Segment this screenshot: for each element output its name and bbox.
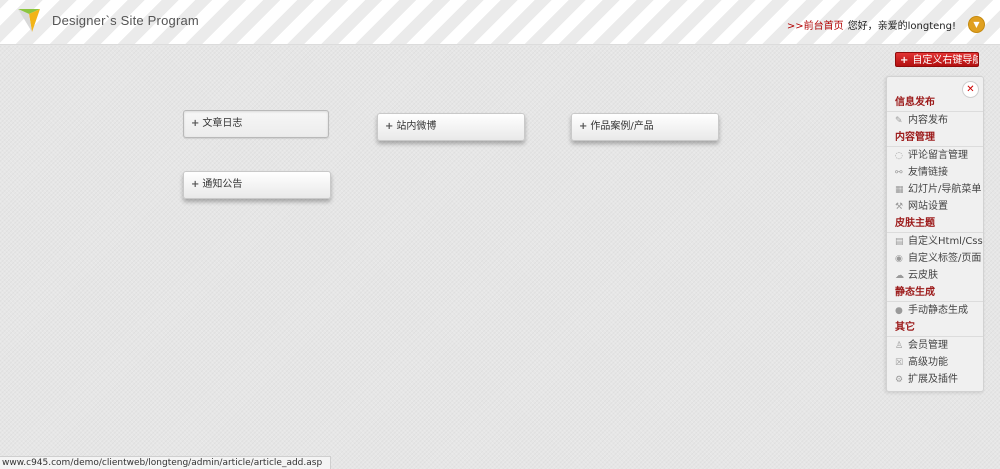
tile-label: 作品案例/产品: [590, 121, 654, 132]
header-right: >>前台首页 您好，亲爱的longteng!: [787, 17, 956, 32]
tag-icon: ◉: [895, 254, 903, 264]
logo-icon: [18, 9, 40, 32]
member-icon: ♙: [895, 341, 904, 351]
code-icon: ▤: [895, 237, 904, 247]
plus-icon: +: [191, 179, 200, 190]
menu-item-label: 云皮肤: [908, 270, 938, 281]
section-other: 其它: [887, 319, 983, 337]
cloud-icon: ☁: [895, 271, 904, 281]
shortcut-menu: 信息发布 ✎ 内容发布 内容管理 ◌ 评论留言管理 ⚯ 友情链接 ▦ 幻灯片/导航菜单 …: [887, 94, 983, 388]
tile-articles[interactable]: + 文章日志: [183, 110, 329, 138]
star-icon: ☒: [895, 358, 904, 368]
menu-item-label: 会员管理: [908, 340, 948, 351]
menu-item-label: 自定义标签/页面: [908, 253, 982, 264]
tile-works[interactable]: + 作品案例/产品: [571, 113, 719, 141]
menu-item-static-gen[interactable]: ● 手动静态生成: [887, 302, 983, 319]
tile-label: 文章日志: [202, 118, 243, 129]
menu-item-cloud-skin[interactable]: ☁ 云皮肤: [887, 267, 983, 284]
menu-item-plugins[interactable]: ⚙ 扩展及插件: [887, 371, 983, 388]
menu-item-links[interactable]: ⚯ 友情链接: [887, 164, 983, 181]
wrench-icon: ⚒: [895, 202, 904, 212]
menu-item-label: 网站设置: [908, 201, 948, 212]
slides-icon: ▦: [895, 185, 904, 195]
plus-icon: +: [191, 118, 200, 129]
menu-item-label: 幻灯片/导航菜单: [908, 184, 982, 195]
comment-icon: ◌: [895, 151, 903, 161]
menu-item-label: 评论留言管理: [908, 150, 968, 161]
tile-label: 通知公告: [202, 179, 243, 190]
custom-nav-label: 自定义右键导航: [912, 55, 979, 66]
menu-item-label: 扩展及插件: [908, 374, 958, 385]
tile-notices[interactable]: + 通知公告: [183, 171, 331, 199]
section-themes: 皮肤主题: [887, 215, 983, 233]
link-icon: ⚯: [895, 168, 903, 178]
menu-item-label: 内容发布: [908, 115, 948, 126]
section-publish: 信息发布: [887, 94, 983, 112]
menu-item-label: 自定义Html/Css: [908, 236, 983, 247]
front-page-link[interactable]: >>前台首页: [787, 21, 844, 32]
custom-nav-button[interactable]: + 自定义右键导航: [895, 52, 979, 67]
plus-icon: +: [900, 55, 909, 66]
menu-item-custom-tags[interactable]: ◉ 自定义标签/页面: [887, 250, 983, 267]
menu-item-advanced[interactable]: ☒ 高级功能: [887, 354, 983, 371]
tile-label: 站内微博: [396, 121, 437, 132]
plus-icon: +: [385, 121, 394, 132]
menu-item-site-settings[interactable]: ⚒ 网站设置: [887, 198, 983, 215]
top-header: Designer`s Site Program >>前台首页 您好，亲爱的long…: [0, 0, 1000, 45]
section-static: 静态生成: [887, 284, 983, 302]
user-icon: ●: [895, 306, 903, 316]
menu-item-label: 手动静态生成: [908, 305, 968, 316]
plus-icon: +: [579, 121, 588, 132]
menu-item-custom-html[interactable]: ▤ 自定义Html/Css: [887, 233, 983, 250]
status-bar-url: www.c945.com/demo/clientweb/longteng/adm…: [0, 456, 331, 469]
menu-item-slides[interactable]: ▦ 幻灯片/导航菜单: [887, 181, 983, 198]
chevron-down-icon: ▼: [973, 19, 980, 29]
menu-item-members[interactable]: ♙ 会员管理: [887, 337, 983, 354]
greeting-text: 您好，亲爱的longteng!: [847, 21, 956, 32]
shortcut-panel: ✕ 信息发布 ✎ 内容发布 内容管理 ◌ 评论留言管理 ⚯ 友情链接 ▦ 幻灯片/导航菜…: [886, 76, 984, 392]
menu-item-comments[interactable]: ◌ 评论留言管理: [887, 147, 983, 164]
tile-microblog[interactable]: + 站内微博: [377, 113, 525, 141]
pencil-icon: ✎: [895, 116, 903, 126]
user-menu-button[interactable]: ▼: [968, 16, 985, 33]
menu-item-label: 高级功能: [908, 357, 948, 368]
menu-item-content-publish[interactable]: ✎ 内容发布: [887, 112, 983, 129]
menu-item-label: 友情链接: [908, 167, 948, 178]
site-title: Designer`s Site Program: [52, 13, 199, 28]
section-content-manage: 内容管理: [887, 129, 983, 147]
plugin-icon: ⚙: [895, 375, 904, 385]
